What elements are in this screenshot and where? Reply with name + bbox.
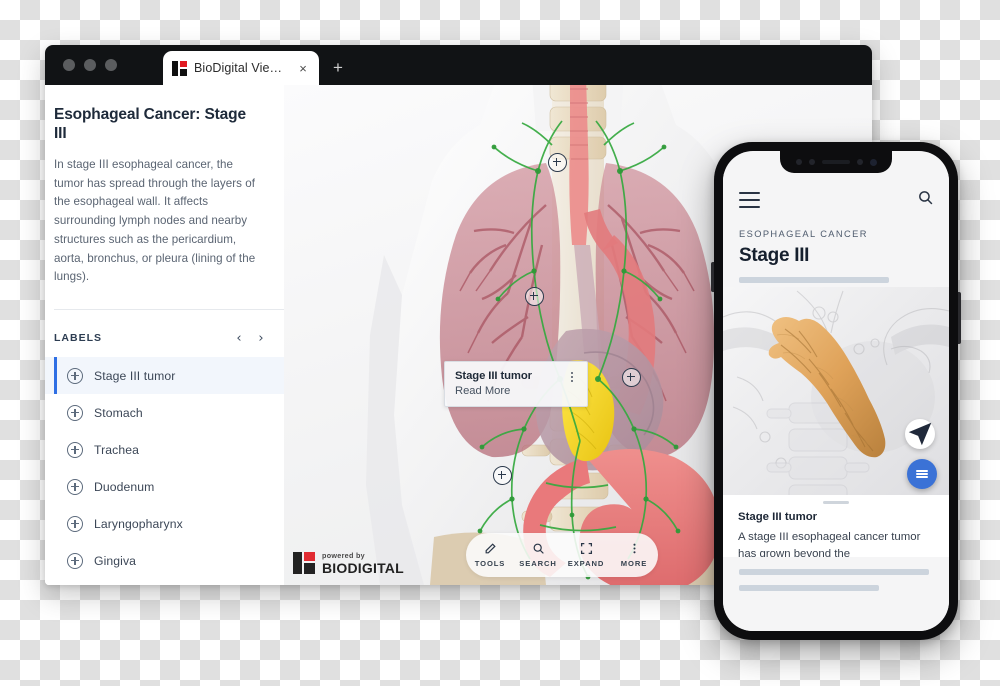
placeholder-bar	[739, 277, 889, 283]
tools-button[interactable]: TOOLS	[466, 542, 514, 568]
earpiece-speaker-icon	[821, 160, 850, 164]
plus-circle-icon	[67, 515, 83, 532]
biodigital-watermark: powered by BIODIGITAL	[293, 552, 404, 575]
hotspot-pin-trachea[interactable]	[548, 153, 567, 172]
mobile-eyebrow: ESOPHAGEAL CANCER	[739, 229, 868, 239]
more-label: MORE	[620, 559, 648, 568]
labels-header: LABELS ‹ ›	[54, 325, 272, 351]
plus-circle-icon	[67, 404, 83, 421]
page-description: In stage III esophageal cancer, the tumo…	[54, 157, 256, 284]
list-item-label: Trachea	[94, 442, 139, 457]
navigation-arrow-icon	[908, 422, 932, 446]
pencil-icon	[484, 542, 497, 555]
card-body: A stage III esophageal cancer tumor has …	[738, 531, 921, 557]
more-button[interactable]: MORE	[610, 542, 658, 568]
dot-sensor-icon	[856, 159, 863, 165]
close-icon[interactable]: ×	[296, 62, 310, 75]
list-menu-icon	[916, 469, 928, 479]
front-camera-icon	[869, 158, 877, 166]
browser-titlebar: BioDigital Viewer × +	[45, 45, 872, 85]
expand-label: EXPAND	[567, 559, 605, 568]
mobile-appbar	[723, 181, 949, 215]
sidebar: Esophageal Cancer: Stage III In stage II…	[45, 85, 284, 585]
proximity-sensor-icon	[795, 159, 802, 165]
tooltip-title: Stage III tumor	[455, 370, 532, 382]
window-traffic-lights	[63, 59, 117, 71]
viewer-toolbar: TOOLS SEARCH EXPAND MORE	[466, 533, 658, 577]
plus-circle-icon	[67, 478, 83, 495]
sidebar-item-stage-iii-tumor[interactable]: Stage III tumor	[45, 357, 284, 394]
list-item-label: Laryngopharynx	[94, 516, 183, 531]
window-maximize-dot[interactable]	[105, 59, 117, 71]
sidebar-item-duodenum[interactable]: Duodenum	[45, 468, 284, 505]
search-icon[interactable]	[917, 189, 934, 211]
sidebar-item-gingiva[interactable]: Gingiva	[45, 542, 284, 579]
hotspot-pin-tumor[interactable]	[525, 287, 544, 306]
hotspot-pin-stomach[interactable]	[622, 368, 641, 387]
hotspot-pin-duodenum[interactable]	[493, 466, 512, 485]
list-item-label: Duodenum	[94, 479, 155, 494]
hotspot-tooltip[interactable]: Stage III tumor Read More	[444, 361, 588, 407]
search-button[interactable]: SEARCH	[514, 542, 562, 568]
placeholder-bar	[739, 569, 929, 575]
card-title: Stage III tumor	[738, 511, 818, 523]
window-minimize-dot[interactable]	[84, 59, 96, 71]
search-icon	[532, 542, 545, 555]
mobile-title: Stage III	[739, 245, 810, 266]
mobile-device: ESOPHAGEAL CANCER Stage III Stage III tu…	[711, 142, 961, 640]
sidebar-item-laryngopharynx[interactable]: Laryngopharynx	[45, 505, 284, 542]
labels-list: Stage III tumor Stomach Trachea Duodenum…	[45, 357, 284, 579]
placeholder-bar	[739, 585, 879, 591]
kebab-menu-icon	[628, 542, 641, 555]
new-tab-button[interactable]: +	[333, 59, 343, 76]
plus-circle-icon	[67, 441, 83, 458]
expand-button[interactable]: EXPAND	[562, 542, 610, 568]
next-label-button[interactable]: ›	[250, 331, 272, 346]
plus-circle-icon	[67, 552, 83, 569]
page-title: Esophageal Cancer: Stage III	[54, 106, 246, 143]
mobile-3d-viewport[interactable]	[723, 287, 949, 495]
recenter-button[interactable]	[905, 419, 935, 449]
hamburger-menu-icon[interactable]	[739, 192, 760, 208]
watermark-brand: BIODIGITAL	[322, 560, 404, 576]
power-button[interactable]	[958, 292, 961, 344]
sidebar-divider	[54, 309, 284, 310]
window-close-dot[interactable]	[63, 59, 75, 71]
sidebar-item-stomach[interactable]: Stomach	[45, 394, 284, 431]
read-more-link[interactable]: Read More	[455, 385, 577, 397]
list-item-label: Stage III tumor	[94, 368, 176, 383]
plus-circle-icon	[67, 367, 83, 384]
mobile-info-card[interactable]: Stage III tumor A stage III esophageal c…	[723, 495, 949, 557]
ambient-sensor-icon	[808, 159, 815, 165]
mobile-footer	[723, 557, 949, 631]
mobile-fab-button[interactable]	[907, 459, 937, 489]
mobile-screen: ESOPHAGEAL CANCER Stage III Stage III tu…	[723, 151, 949, 631]
list-item-label: Stomach	[94, 405, 143, 420]
tools-label: TOOLS	[474, 559, 506, 568]
device-notch	[780, 151, 892, 173]
sidebar-item-trachea[interactable]: Trachea	[45, 431, 284, 468]
watermark-powered-by: powered by	[322, 550, 365, 560]
tab-title: BioDigital Viewer	[194, 61, 289, 75]
prev-label-button[interactable]: ‹	[228, 331, 250, 346]
search-label: SEARCH	[519, 559, 557, 568]
labels-title: LABELS	[54, 332, 102, 344]
expand-icon	[580, 542, 593, 555]
kebab-menu-icon[interactable]	[566, 370, 577, 382]
browser-tab[interactable]: BioDigital Viewer ×	[163, 51, 319, 85]
biodigital-logo-icon	[293, 552, 315, 575]
biodigital-favicon-icon	[172, 60, 187, 76]
list-item-label: Gingiva	[94, 553, 137, 568]
volume-button[interactable]	[711, 262, 714, 292]
drag-handle[interactable]	[823, 501, 849, 504]
